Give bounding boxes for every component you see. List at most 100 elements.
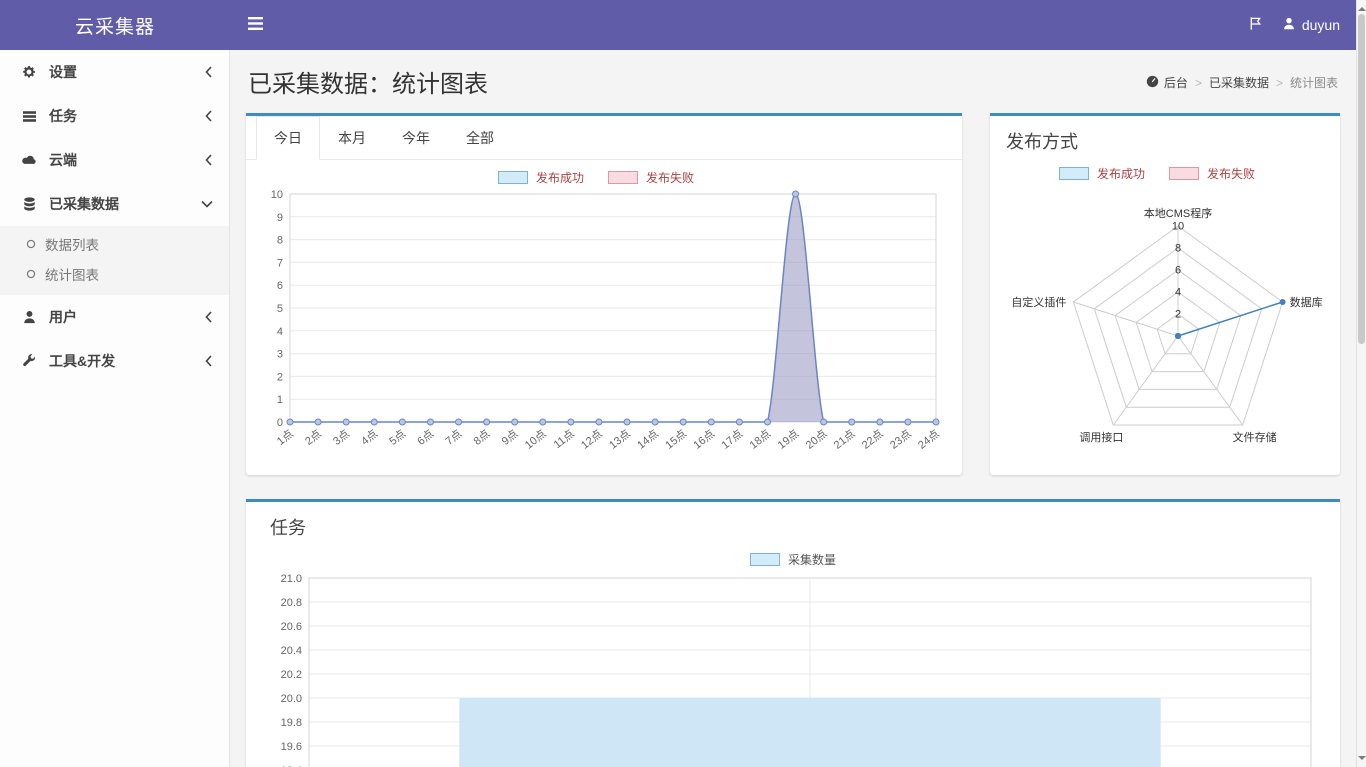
svg-text:8: 8 <box>1175 243 1181 255</box>
hourly-chart-legend: 发布成功 发布失败 <box>246 160 962 188</box>
sidebar-toggle-button[interactable] <box>230 0 281 50</box>
publish-method-radar-chart: 246810本地CMS程序数据库文件存储调用接口自定义插件 <box>998 184 1332 476</box>
sidebar-item-settings[interactable]: 设置 <box>0 50 229 94</box>
svg-text:20点: 20点 <box>803 427 829 452</box>
hourly-area-chart: 0123456789101点2点3点4点5点6点7点8点9点10点11点12点1… <box>256 188 952 472</box>
flag-button[interactable] <box>1248 0 1263 50</box>
sidebar-item-data-list[interactable]: 数据列表 <box>0 229 229 259</box>
svg-text:1: 1 <box>277 394 283 406</box>
sidebar-item-stats-chart[interactable]: 统计图表 <box>0 259 229 289</box>
sidebar-submenu-collected-data: 数据列表 统计图表 <box>0 226 229 295</box>
tasks-bar-chart: 21.020.820.620.420.220.019.819.619.419.2… <box>263 570 1323 767</box>
app-brand[interactable]: 云采集器 <box>0 12 230 39</box>
scrollbar-thumb[interactable] <box>1358 14 1365 344</box>
svg-text:6点: 6点 <box>415 427 436 448</box>
sidebar-item-users[interactable]: 用户 <box>0 295 229 339</box>
success-legend-label: 发布成功 <box>1097 165 1145 182</box>
svg-text:21点: 21点 <box>831 427 857 452</box>
breadcrumb: 后台 > 已采集数据 > 统计图表 <box>1146 74 1338 91</box>
svg-text:本地CMS程序: 本地CMS程序 <box>1144 206 1212 220</box>
hamburger-icon <box>248 17 263 33</box>
svg-text:14点: 14点 <box>635 427 661 452</box>
svg-text:4: 4 <box>277 326 283 338</box>
svg-text:10: 10 <box>1172 221 1184 233</box>
cloud-icon <box>20 154 38 166</box>
svg-text:8: 8 <box>277 235 283 247</box>
svg-text:23点: 23点 <box>887 427 913 452</box>
tasks-chart-legend: 采集数量 <box>262 542 1324 570</box>
fail-legend-swatch <box>1169 167 1199 180</box>
svg-text:4: 4 <box>1175 287 1181 299</box>
user-icon <box>20 310 38 324</box>
chevron-down-icon <box>201 200 213 208</box>
svg-text:18点: 18点 <box>747 427 773 452</box>
svg-text:9: 9 <box>277 212 283 224</box>
fail-legend-label: 发布失败 <box>1207 165 1255 182</box>
svg-text:20.0: 20.0 <box>281 693 302 705</box>
sidebar: 设置 任务 云端 已采集数据 <box>0 50 230 767</box>
fail-legend-swatch <box>608 171 638 184</box>
svg-text:15点: 15点 <box>663 427 689 452</box>
fail-legend-label: 发布失败 <box>646 169 694 186</box>
tab-year[interactable]: 今年 <box>384 116 448 160</box>
tab-today[interactable]: 今日 <box>256 116 320 160</box>
svg-text:24点: 24点 <box>916 427 942 452</box>
chevron-left-icon <box>205 66 213 78</box>
breadcrumb-section[interactable]: 已采集数据 <box>1209 74 1269 91</box>
scroll-down-arrow[interactable] <box>1358 756 1366 764</box>
tasks-title: 任务 <box>262 510 1324 542</box>
breadcrumb-current: 统计图表 <box>1290 74 1338 91</box>
circle-o-icon <box>26 267 36 282</box>
success-legend-swatch <box>498 171 528 184</box>
sidebar-item-tools-dev[interactable]: 工具&开发 <box>0 339 229 383</box>
database-icon <box>20 197 38 211</box>
svg-text:12点: 12点 <box>578 427 604 452</box>
sidebar-item-collected-data[interactable]: 已采集数据 <box>0 182 229 226</box>
radar-chart-legend: 发布成功 发布失败 <box>998 156 1332 184</box>
svg-text:调用接口: 调用接口 <box>1079 431 1123 444</box>
period-tabs: 今日 本月 今年 全部 <box>246 116 962 160</box>
svg-text:19.6: 19.6 <box>281 741 302 753</box>
svg-text:2点: 2点 <box>302 427 323 448</box>
breadcrumb-home[interactable]: 后台 <box>1146 74 1188 91</box>
svg-text:6: 6 <box>277 280 283 292</box>
breadcrumb-separator: > <box>1195 76 1202 90</box>
svg-text:9点: 9点 <box>499 427 520 448</box>
chevron-left-icon <box>205 154 213 166</box>
svg-text:5点: 5点 <box>387 427 408 448</box>
sidebar-item-label: 云端 <box>49 150 194 170</box>
success-legend-swatch <box>1059 167 1089 180</box>
svg-text:22点: 22点 <box>859 427 885 452</box>
navbar-right: duyun <box>1248 0 1356 50</box>
sidebar-item-label: 工具&开发 <box>49 351 194 371</box>
user-icon <box>1283 17 1295 33</box>
tab-all[interactable]: 全部 <box>448 116 512 160</box>
flag-icon <box>1248 16 1263 34</box>
user-menu[interactable]: duyun <box>1283 0 1340 50</box>
top-cards-row: 今日 本月 今年 全部 发布成功 发布失败 0123456789101点2点3点… <box>246 113 1340 475</box>
chevron-left-icon <box>205 311 213 323</box>
svg-text:20.4: 20.4 <box>281 645 302 657</box>
tasks-icon <box>20 110 38 123</box>
tab-month[interactable]: 本月 <box>320 116 384 160</box>
svg-text:19点: 19点 <box>775 427 801 452</box>
circle-o-icon <box>26 237 36 252</box>
publish-method-title: 发布方式 <box>998 124 1332 156</box>
svg-text:0: 0 <box>277 417 283 429</box>
dashboard-icon <box>1146 75 1159 91</box>
svg-text:7点: 7点 <box>443 427 464 448</box>
svg-text:10点: 10点 <box>522 427 548 452</box>
content-header: 已采集数据：统计图表 后台 > 已采集数据 > 统计图表 <box>246 58 1340 113</box>
sidebar-item-tasks[interactable]: 任务 <box>0 94 229 138</box>
content: 已采集数据：统计图表 后台 > 已采集数据 > 统计图表 今日 本月 今年 全部 <box>230 50 1356 767</box>
sidebar-item-label: 设置 <box>49 62 194 82</box>
count-legend-label: 采集数量 <box>788 551 836 568</box>
chevron-left-icon <box>205 355 213 367</box>
sidebar-item-cloud[interactable]: 云端 <box>0 138 229 182</box>
svg-text:7: 7 <box>277 257 283 269</box>
svg-text:20.6: 20.6 <box>281 621 302 633</box>
svg-text:3点: 3点 <box>331 427 352 448</box>
svg-text:数据库: 数据库 <box>1290 295 1323 309</box>
sidebar-item-label: 已采集数据 <box>49 194 190 214</box>
scroll-up-arrow[interactable] <box>1358 3 1366 11</box>
